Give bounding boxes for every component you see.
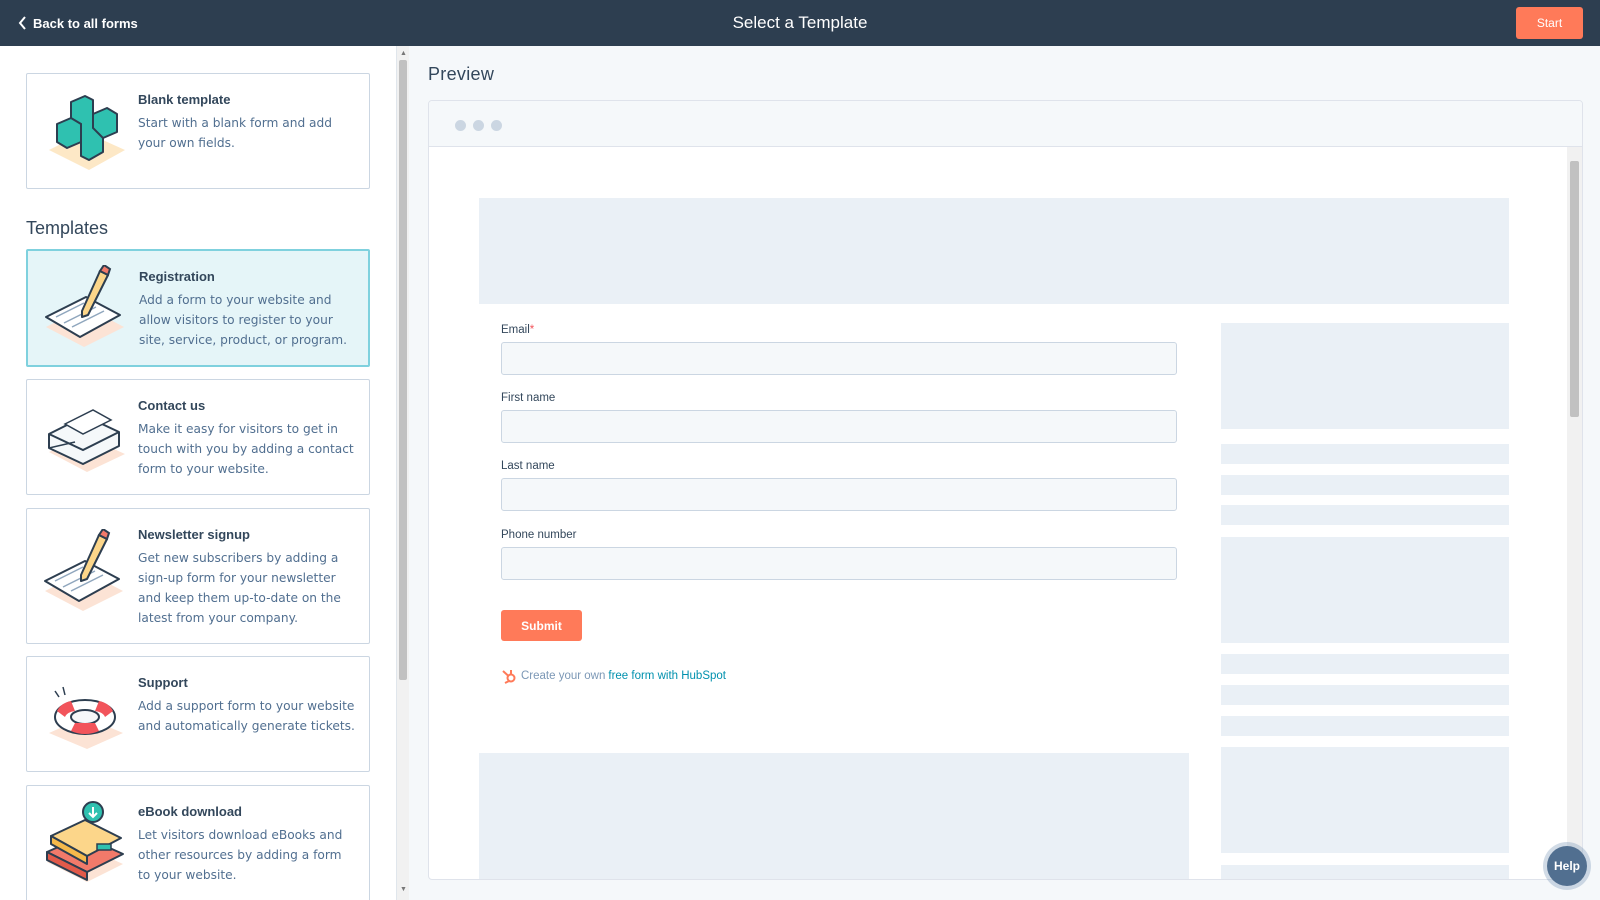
template-card-newsletter-signup[interactable]: Newsletter signup Get new subscribers by…	[26, 508, 370, 644]
templates-heading: Templates	[26, 218, 109, 238]
card-title: Blank template	[138, 92, 231, 107]
card-title: eBook download	[138, 804, 242, 819]
card-title: Contact us	[138, 398, 206, 413]
registration-pencil-icon	[45, 265, 124, 347]
email-field[interactable]	[501, 342, 1177, 375]
back-label: Back to all forms	[33, 15, 138, 31]
credit-text: Create your own	[521, 670, 606, 682]
placeholder-sidebar-line	[1221, 475, 1509, 495]
submit-button[interactable]: Submit	[501, 610, 582, 641]
placeholder-sidebar-line	[1221, 505, 1509, 525]
left-panel-scrollbar[interactable]: ▲ ▼	[396, 46, 409, 900]
preview-browser-window: Email* First name Last name Phone number…	[428, 100, 1583, 880]
placeholder-sidebar-line	[1221, 716, 1509, 736]
template-list-panel: Blank template Start with a blank form a…	[0, 46, 396, 900]
hubspot-credit: Create your own free form with HubSpot	[501, 668, 726, 684]
email-label: Email*	[501, 324, 535, 336]
card-description: Start with a blank form and add your own…	[138, 116, 333, 150]
placeholder-sidebar-line	[1221, 444, 1509, 464]
placeholder-sidebar-block	[1221, 747, 1509, 853]
contact-envelope-icon	[48, 409, 125, 472]
scrollbar-thumb[interactable]	[399, 60, 407, 680]
last-name-field[interactable]	[501, 478, 1177, 511]
scroll-down-arrow-icon[interactable]: ▼	[400, 886, 407, 893]
scrollbar-thumb[interactable]	[1570, 161, 1579, 417]
required-mark: *	[529, 324, 535, 336]
template-card-registration[interactable]: Registration Add a form to your website …	[26, 249, 370, 367]
card-description: Get new subscribers by adding a sign-up …	[138, 551, 341, 625]
placeholder-sidebar-line	[1221, 685, 1509, 705]
card-description: Add a support form to your website and a…	[138, 699, 355, 733]
card-description: Add a form to your website and allow vis…	[139, 293, 348, 347]
blank-plus-icon	[49, 95, 125, 170]
card-title: Newsletter signup	[138, 527, 250, 542]
placeholder-sidebar-line	[1221, 654, 1509, 674]
phone-number-label: Phone number	[501, 529, 577, 541]
preview-heading: Preview	[428, 64, 495, 84]
blank-template-card[interactable]: Blank template Start with a blank form a…	[26, 73, 370, 189]
window-dot-icon	[491, 120, 502, 131]
card-title: Registration	[139, 269, 215, 284]
last-name-label: Last name	[501, 460, 555, 472]
page-title: Select a Template	[732, 13, 868, 32]
free-form-hubspot-link[interactable]: free form with HubSpot	[608, 670, 726, 682]
help-button[interactable]: Help	[1547, 846, 1587, 886]
support-lifebuoy-icon	[49, 686, 123, 749]
preview-scrollbar[interactable]	[1567, 147, 1582, 879]
first-name-label: First name	[501, 392, 556, 404]
card-description: Let visitors download eBooks and other r…	[138, 828, 343, 882]
browser-toolbar	[429, 101, 1582, 147]
window-dot-icon	[455, 120, 466, 131]
template-card-contact-us[interactable]: Contact us Make it easy for visitors to …	[26, 379, 370, 495]
placeholder-sidebar-block	[1221, 323, 1509, 429]
first-name-field[interactable]	[501, 410, 1177, 443]
card-description: Make it easy for visitors to get in touc…	[138, 422, 354, 476]
template-card-ebook-download[interactable]: eBook download Let visitors download eBo…	[26, 785, 370, 900]
phone-number-field[interactable]	[501, 547, 1177, 580]
chevron-left-icon	[18, 16, 26, 30]
card-title: Support	[138, 675, 188, 690]
scroll-up-arrow-icon[interactable]: ▲	[400, 50, 407, 57]
hubspot-sprocket-icon	[502, 670, 516, 684]
ebook-books-icon	[46, 801, 124, 882]
window-dot-icon	[473, 120, 484, 131]
placeholder-footer-block	[479, 753, 1189, 879]
newsletter-pencil-icon	[44, 529, 123, 611]
placeholder-header-block	[479, 198, 1509, 304]
back-to-all-forms-link[interactable]: Back to all forms	[18, 0, 138, 46]
template-card-support[interactable]: Support Add a support form to your websi…	[26, 656, 370, 772]
placeholder-sidebar-block	[1221, 537, 1509, 643]
top-bar: Back to all forms Select a Template Star…	[0, 0, 1600, 46]
placeholder-sidebar-line	[1221, 865, 1509, 879]
start-button[interactable]: Start	[1516, 7, 1583, 39]
